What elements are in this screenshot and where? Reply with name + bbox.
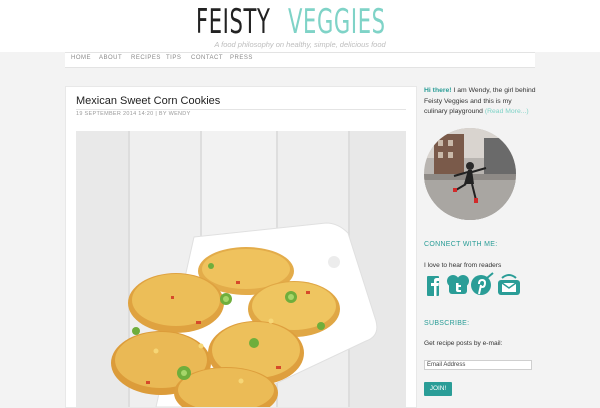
sidebar: Hi there! I am Wendy, the girl behind Fe… bbox=[420, 86, 536, 406]
email-input[interactable]: Email Address bbox=[424, 360, 532, 370]
nav-tips[interactable]: TIPS bbox=[166, 55, 181, 61]
nav-home[interactable]: HOME bbox=[71, 55, 91, 61]
subscribe-text: Get recipe posts by e-mail: bbox=[424, 340, 503, 347]
site-tagline: A food philosophy on healthy, simple, de… bbox=[214, 40, 386, 49]
post-title[interactable]: Mexican Sweet Corn Cookies bbox=[76, 95, 220, 107]
intro-greeting: Hi there! bbox=[424, 87, 452, 94]
read-more-link[interactable]: (Read More...) bbox=[485, 108, 529, 115]
title-divider bbox=[76, 109, 406, 110]
facebook-icon[interactable] bbox=[424, 272, 448, 296]
subscribe-title: SUBSCRIBE: bbox=[424, 320, 470, 327]
about-blurb: Hi there! I am Wendy, the girl behind Fe… bbox=[424, 86, 536, 118]
site-logo[interactable]: FEISTY VEGGIES bbox=[190, 2, 410, 44]
nav-recipes[interactable]: RECIPES bbox=[131, 55, 161, 61]
pinterest-icon[interactable] bbox=[470, 272, 494, 296]
twitter-icon[interactable] bbox=[446, 272, 470, 296]
nav-contact[interactable]: CONTACT bbox=[191, 55, 223, 61]
post-photo[interactable] bbox=[76, 131, 406, 407]
main-nav: HOME ABOUT RECIPES TIPS CONTACT PRESS bbox=[65, 52, 535, 68]
nav-press[interactable]: PRESS bbox=[230, 55, 253, 61]
post-card: Mexican Sweet Corn Cookies 19 SEPTEMBER … bbox=[65, 86, 417, 408]
nav-about[interactable]: ABOUT bbox=[99, 55, 122, 61]
logo-word-veggies: VEGGIES bbox=[288, 2, 386, 42]
connect-title: CONNECT WITH ME: bbox=[424, 241, 498, 248]
join-button[interactable]: JOIN! bbox=[424, 382, 452, 396]
connect-text: I love to hear from readers bbox=[424, 262, 502, 269]
post-meta: 19 SEPTEMBER 2014 14:20 | BY WENDY bbox=[76, 111, 191, 117]
author-photo[interactable] bbox=[424, 128, 516, 220]
email-icon[interactable] bbox=[496, 272, 520, 296]
site-header: FEISTY VEGGIES A food philosophy on heal… bbox=[0, 0, 600, 52]
logo-word-feisty: FEISTY bbox=[196, 2, 271, 42]
